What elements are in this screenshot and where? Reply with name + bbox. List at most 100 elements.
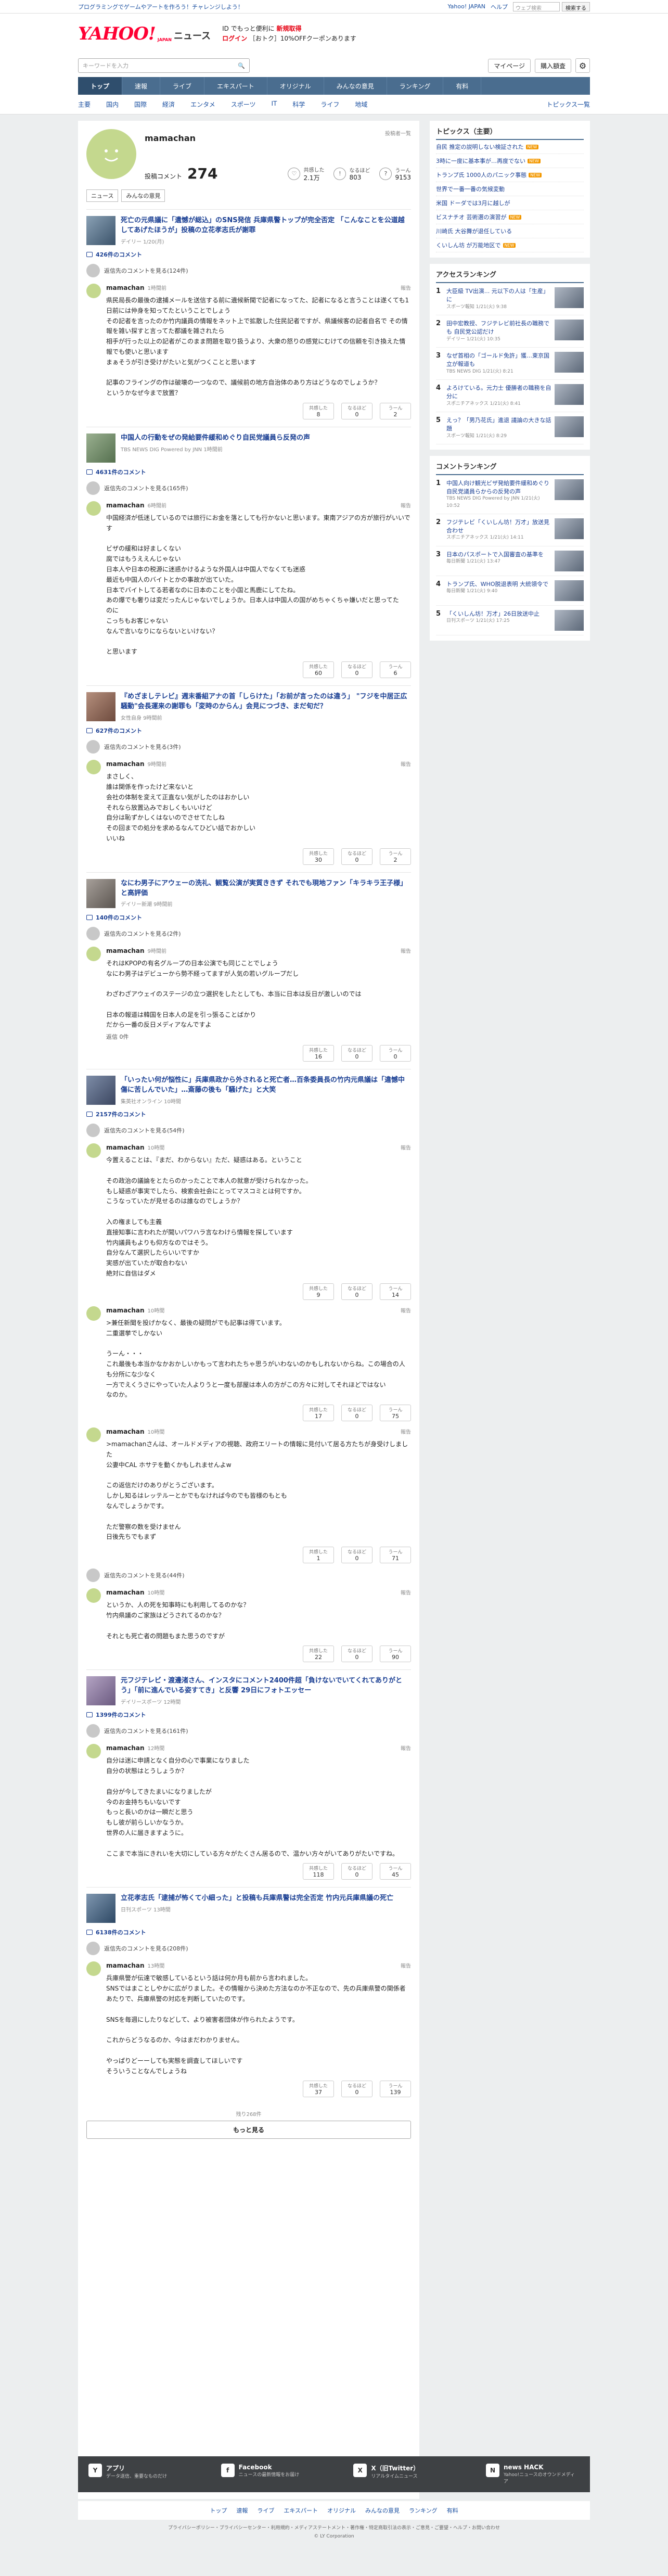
register-link[interactable]: 新規取得 xyxy=(277,25,302,32)
article-thumbnail[interactable] xyxy=(86,216,115,245)
comment-user[interactable]: mamachan xyxy=(106,1428,145,1435)
topic-item[interactable]: 川崎氏 大谷舞が退任している xyxy=(436,224,584,238)
vote-insight-button[interactable]: なるほど 0 xyxy=(341,1863,372,1880)
comment-user[interactable]: mamachan xyxy=(106,947,145,954)
vote-empathy-button[interactable]: 共感した 8 xyxy=(303,402,334,419)
login-link[interactable]: ログイン xyxy=(222,35,247,42)
gear-icon[interactable]: ⚙ xyxy=(575,58,590,73)
topic-item[interactable]: 世界で一番一番の気候変動 xyxy=(436,182,584,196)
footer-nav-opinions[interactable]: みんなの意見 xyxy=(365,2506,400,2515)
report-link[interactable]: 報告 xyxy=(401,1744,411,1752)
comment-count-link[interactable]: 140件のコメント xyxy=(86,913,411,922)
vote-empathy-button[interactable]: 共感した 9 xyxy=(303,1283,334,1300)
web-search-input[interactable]: ウェブ検索 xyxy=(513,2,560,11)
ranking-item[interactable]: 5 えっ？「男乃花氏」進退 議論の大きな話題 スポーツ報知 1/21(火) 8:29 xyxy=(436,412,584,444)
vote-insight-button[interactable]: なるほど 0 xyxy=(341,1547,372,1564)
ranking-item[interactable]: 1 中国人向け観光ビザ発給要件緩和めぐり自民党議員らからの反発の声 TBS NEWS… xyxy=(436,475,584,514)
ranking-item[interactable]: 3 日本のパスポートで入国審査の基準を 毎日新聞 1/21(火) 13:47 xyxy=(436,546,584,576)
vote-insight-button[interactable]: なるほど 0 xyxy=(341,1283,372,1300)
report-link[interactable]: 報告 xyxy=(401,1306,411,1314)
article-thumbnail[interactable] xyxy=(86,878,115,908)
topic-item[interactable]: ビスナチオ 芸術選の演習が NEW xyxy=(436,210,584,224)
footer-nav-breaking[interactable]: 速報 xyxy=(236,2506,248,2515)
comment-count-link[interactable]: 6138件のコメント xyxy=(86,1928,411,1936)
footer-nav-expert[interactable]: エキスパート xyxy=(284,2506,318,2515)
nav-tab-ranking[interactable]: ランキング xyxy=(387,77,444,95)
ranking-item[interactable]: 3 なぜ首相の「ゴールド免許」獲…東京国立が報道も TBS NEWS DIG 1/2… xyxy=(436,348,584,380)
article-title-link[interactable]: なにわ男子にアウェーの洗礼、観覧公演が実質ききず それでも現地ファン「キラキラ王… xyxy=(121,879,407,897)
see-parent-comment[interactable]: 返信先のコメントを見る(2件) xyxy=(86,926,411,940)
see-parent-comment[interactable]: 返信先のコメントを見る(44件) xyxy=(86,1568,411,1583)
footer-newshack-link[interactable]: Nnews HACK Yahoo!ニュースのオウンドメディア xyxy=(485,2464,580,2485)
footer-nav-paid[interactable]: 有料 xyxy=(447,2506,458,2515)
vote-hmm-button[interactable]: うーん 139 xyxy=(380,2081,411,2098)
comment-user[interactable]: mamachan xyxy=(106,284,145,291)
report-link[interactable]: 報告 xyxy=(401,1427,411,1435)
see-parent-comment[interactable]: 返信先のコメントを見る(124件) xyxy=(86,264,411,277)
report-link[interactable]: 報告 xyxy=(401,760,411,768)
see-parent-comment[interactable]: 返信先のコメントを見る(3件) xyxy=(86,740,411,754)
vote-empathy-button[interactable]: 共感した 1 xyxy=(303,1547,334,1564)
subnav-entertainment[interactable]: エンタメ xyxy=(190,100,215,109)
reply-count-link[interactable]: 返信 0件 xyxy=(106,1032,411,1041)
see-parent-comment[interactable]: 返信先のコメントを見る(54件) xyxy=(86,1124,411,1138)
report-link[interactable]: 報告 xyxy=(401,1143,411,1151)
vote-hmm-button[interactable]: うーん 6 xyxy=(380,661,411,679)
subnav-international[interactable]: 国際 xyxy=(134,100,147,109)
vote-insight-button[interactable]: なるほど 0 xyxy=(341,1405,372,1422)
comment-count-link[interactable]: 2157件のコメント xyxy=(86,1110,411,1118)
subnav-domestic[interactable]: 国内 xyxy=(106,100,119,109)
article-thumbnail[interactable] xyxy=(86,692,115,722)
legal-links[interactable]: プライバシーポリシー・プライバシーセンター・利用規約・メディアステートメント・著… xyxy=(0,2524,668,2532)
topic-item[interactable]: 自民 推定の説明しない検証された NEW xyxy=(436,140,584,154)
tab-opinions[interactable]: みんなの意見 xyxy=(121,189,165,202)
comment-user[interactable]: mamachan xyxy=(106,1307,145,1314)
vote-empathy-button[interactable]: 共感した 30 xyxy=(303,848,334,865)
article-thumbnail[interactable] xyxy=(86,1676,115,1706)
ranking-item[interactable]: 2 フジテレビ「くいしん坊！万才」放送見合わせ スポニチアネックス 1/21(火) … xyxy=(436,514,584,546)
comment-user[interactable]: mamachan xyxy=(106,502,145,509)
nav-tab-breaking[interactable]: 速報 xyxy=(122,77,161,95)
footer-nav-live[interactable]: ライブ xyxy=(257,2506,274,2515)
comment-count-link[interactable]: 627件のコメント xyxy=(86,726,411,735)
topic-item[interactable]: くいしん坊 が万能地区で NEW xyxy=(436,238,584,252)
vote-empathy-button[interactable]: 共感した 17 xyxy=(303,1405,334,1422)
comment-count-link[interactable]: 1399件のコメント xyxy=(86,1711,411,1719)
comment-user[interactable]: mamachan xyxy=(106,1962,145,1969)
help-link[interactable]: ヘルプ xyxy=(491,3,508,11)
comment-user[interactable]: mamachan xyxy=(106,1589,145,1596)
mypage-button[interactable]: マイページ xyxy=(488,58,531,73)
subnav-local[interactable]: 地域 xyxy=(355,100,367,109)
footer-x-link[interactable]: X X（旧Twitter） リアルタイムニュース xyxy=(353,2464,447,2485)
see-parent-comment[interactable]: 返信先のコメントを見る(161件) xyxy=(86,1724,411,1738)
ranking-item[interactable]: 4 トランプ氏、WHO脱退表明 大統領令で 毎日新聞 1/21(火) 9:40 xyxy=(436,576,584,606)
vote-hmm-button[interactable]: うーん 71 xyxy=(380,1547,411,1564)
nav-tab-live[interactable]: ライブ xyxy=(160,77,205,95)
topics-list-link[interactable]: トピックス一覧 xyxy=(546,100,590,109)
article-title-link[interactable]: 立花孝志氏「逮捕が怖くて小細った」と投稿も兵庫県警は完全否定 竹内元兵庫県議の死… xyxy=(121,1894,393,1902)
vote-hmm-button[interactable]: うーん 14 xyxy=(380,1283,411,1300)
yahoo-news-logo[interactable]: YAHOO! JAPAN ニュース xyxy=(78,23,211,44)
vote-hmm-button[interactable]: うーん 90 xyxy=(380,1646,411,1663)
subnav-economy[interactable]: 経済 xyxy=(162,100,175,109)
topic-item[interactable]: 3時に一度に基本事が…再度でない NEW xyxy=(436,154,584,168)
comment-count-link[interactable]: 426件のコメント xyxy=(86,250,411,259)
subnav-main[interactable]: 主要 xyxy=(78,100,91,109)
vote-hmm-button[interactable]: うーん 75 xyxy=(380,1405,411,1422)
ranking-item[interactable]: 4 よろけている。元力士 優勝者の職務を自分に スポニチアネックス 1/21(火) … xyxy=(436,380,584,412)
see-parent-comment[interactable]: 返信先のコメントを見る(165件) xyxy=(86,481,411,495)
article-title-link[interactable]: 死亡の元県議に「遺憾が総込」のSNS発信 兵庫県警トップが完全否定 「こんなこと… xyxy=(121,216,405,234)
article-thumbnail[interactable] xyxy=(86,1076,115,1105)
nav-tab-original[interactable]: オリジナル xyxy=(267,77,324,95)
article-title-link[interactable]: 『めざましテレビ』週末番組アナの首「しらけた」「お前が言ったのは違う」 "フジを… xyxy=(121,693,407,710)
comment-user[interactable]: mamachan xyxy=(106,1744,145,1752)
tab-news[interactable]: ニュース xyxy=(86,189,119,202)
report-link[interactable]: 報告 xyxy=(401,1961,411,1969)
vote-hmm-button[interactable]: うーん 2 xyxy=(380,848,411,865)
subnav-sports[interactable]: スポーツ xyxy=(231,100,256,109)
article-thumbnail[interactable] xyxy=(86,1894,115,1923)
report-link[interactable]: 報告 xyxy=(401,947,411,954)
topic-item[interactable]: 米国 ドーダでは3月に越しが xyxy=(436,196,584,210)
ranking-item[interactable]: 5 「くいしん坊！万才」26日放送中止 日刊スポーツ 1/21(火) 17:25 xyxy=(436,606,584,635)
purchase-button[interactable]: 購入額査 xyxy=(534,58,571,73)
